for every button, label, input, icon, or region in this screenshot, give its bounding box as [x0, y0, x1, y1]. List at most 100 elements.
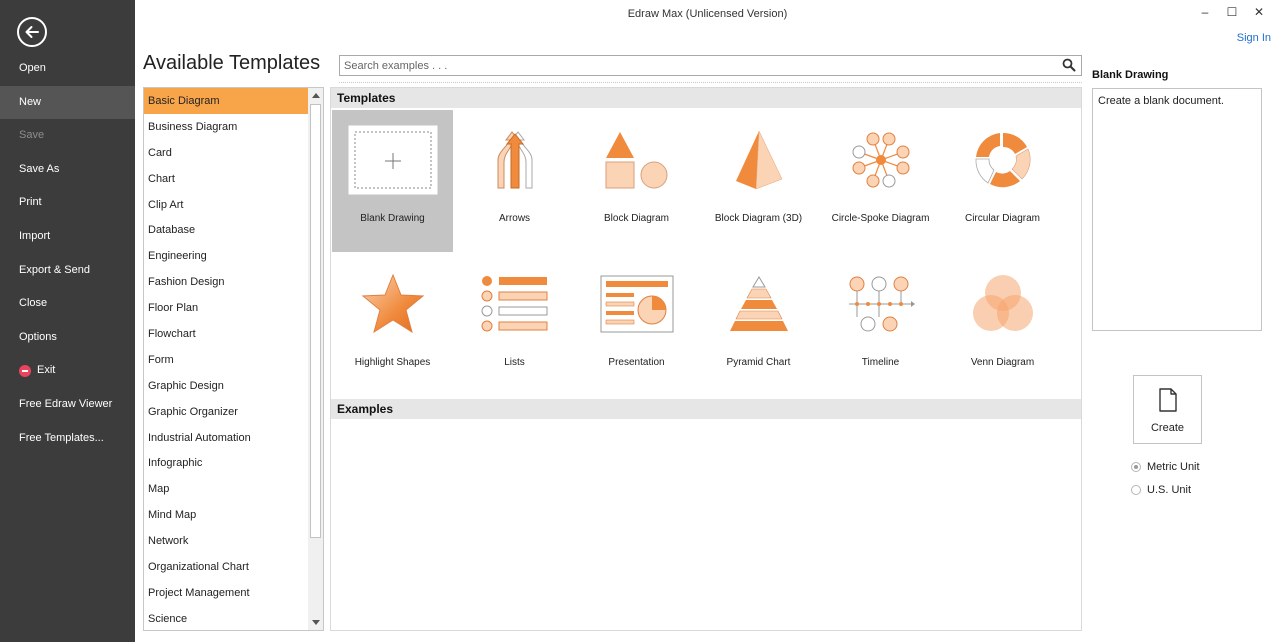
- template-label: Presentation: [608, 357, 665, 368]
- menu-label: Free Edraw Viewer: [19, 397, 113, 410]
- template-venn-diagram[interactable]: Venn Diagram: [942, 254, 1063, 396]
- category-item[interactable]: Business Diagram: [144, 114, 310, 140]
- template-pyramid-chart[interactable]: Pyramid Chart: [698, 254, 819, 396]
- search-input[interactable]: [340, 56, 1040, 75]
- backstage-menu: Open New Save Save As Print Import Expor…: [0, 52, 135, 455]
- thumb: [820, 254, 941, 354]
- category-item[interactable]: Organizational Chart: [144, 554, 310, 580]
- us-unit-radio[interactable]: [1131, 485, 1141, 495]
- template-lists[interactable]: Lists: [454, 254, 575, 396]
- maximize-button[interactable]: ☐: [1220, 2, 1244, 22]
- template-arrows[interactable]: Arrows: [454, 110, 575, 252]
- template-highlight-shapes[interactable]: Highlight Shapes: [332, 254, 453, 396]
- menu-options[interactable]: Options: [0, 321, 135, 355]
- metric-unit-radio[interactable]: [1131, 462, 1141, 472]
- menu-import[interactable]: Import: [0, 220, 135, 254]
- close-window-button[interactable]: ✕: [1247, 2, 1271, 22]
- menu-label: Options: [19, 330, 57, 343]
- menu-label: Print: [19, 196, 42, 209]
- template-block-diagram-3d[interactable]: Block Diagram (3D): [698, 110, 819, 252]
- thumb: [332, 254, 453, 354]
- scroll-thumb[interactable]: [310, 104, 321, 538]
- template-label: Block Diagram (3D): [714, 213, 803, 224]
- scroll-up-arrow-icon[interactable]: [308, 88, 323, 103]
- menu-save[interactable]: Save: [0, 119, 135, 153]
- menu-export-send[interactable]: Export & Send: [0, 254, 135, 288]
- category-item[interactable]: Floor Plan: [144, 295, 310, 321]
- category-item[interactable]: Science: [144, 606, 310, 630]
- thumb: [942, 110, 1063, 210]
- templates-panel: Templates Blank Drawing Arrows Block Dia…: [330, 87, 1082, 631]
- template-timeline[interactable]: Timeline: [820, 254, 941, 396]
- thumb: [576, 254, 697, 354]
- sign-in-link[interactable]: Sign In: [1237, 32, 1271, 44]
- list-icon: [481, 276, 547, 332]
- category-scrollbar[interactable]: [308, 88, 323, 630]
- category-item[interactable]: Database: [144, 217, 310, 243]
- template-label: Block Diagram: [603, 213, 670, 224]
- menu-label: Free Templates...: [19, 431, 104, 444]
- new-document-icon: [1159, 388, 1177, 412]
- category-item[interactable]: Industrial Automation: [144, 425, 310, 451]
- minimize-button[interactable]: –: [1193, 2, 1217, 22]
- template-block-diagram[interactable]: Block Diagram: [576, 110, 697, 252]
- search-box: [339, 55, 1082, 76]
- pyramid-chart-icon: [729, 276, 788, 331]
- pyramid-3d-icon: [735, 130, 782, 190]
- backstage-view: Open New Save Save As Print Import Expor…: [0, 0, 1280, 642]
- category-item[interactable]: Basic Diagram: [144, 88, 310, 114]
- menu-exit[interactable]: Exit: [0, 354, 135, 388]
- thumb: [454, 110, 575, 210]
- category-item[interactable]: Graphic Organizer: [144, 399, 310, 425]
- menu-open[interactable]: Open: [0, 52, 135, 86]
- presentation-icon: [600, 275, 673, 333]
- category-item[interactable]: Form: [144, 347, 310, 373]
- circular-diagram-icon: [975, 132, 1030, 188]
- template-label: Circular Diagram: [964, 213, 1040, 224]
- circle-spoke-icon: [852, 132, 909, 188]
- category-item[interactable]: Card: [144, 140, 310, 166]
- category-item[interactable]: Network: [144, 528, 310, 554]
- us-unit-option[interactable]: U.S. Unit: [1131, 482, 1191, 498]
- template-label: Pyramid Chart: [726, 357, 791, 368]
- template-label: Circle-Spoke Diagram: [831, 213, 930, 224]
- venn-diagram-icon: [972, 275, 1033, 331]
- menu-free-edraw-viewer[interactable]: Free Edraw Viewer: [0, 388, 135, 422]
- template-label: Venn Diagram: [970, 357, 1035, 368]
- category-item[interactable]: Chart: [144, 166, 310, 192]
- template-presentation[interactable]: Presentation: [576, 254, 697, 396]
- menu-label: Export & Send: [19, 263, 90, 276]
- menu-print[interactable]: Print: [0, 186, 135, 220]
- category-item[interactable]: Clip Art: [144, 192, 310, 218]
- templates-header: Templates: [331, 88, 1081, 108]
- category-item[interactable]: Flowchart: [144, 321, 310, 347]
- search-icon[interactable]: [1062, 58, 1076, 72]
- thumb: [454, 254, 575, 354]
- category-item[interactable]: Fashion Design: [144, 269, 310, 295]
- create-button[interactable]: Create: [1133, 375, 1202, 444]
- timeline-icon: [848, 276, 915, 332]
- metric-unit-label: Metric Unit: [1147, 461, 1200, 473]
- menu-new[interactable]: New: [0, 85, 135, 120]
- menu-free-templates[interactable]: Free Templates...: [0, 422, 135, 456]
- scroll-down-arrow-icon[interactable]: [308, 615, 323, 630]
- template-circle-spoke[interactable]: Circle-Spoke Diagram: [820, 110, 941, 252]
- menu-close[interactable]: Close: [0, 287, 135, 321]
- category-list: Basic Diagram Business Diagram Card Char…: [143, 87, 324, 631]
- category-item[interactable]: Graphic Design: [144, 373, 310, 399]
- page-title: Available Templates: [143, 52, 321, 74]
- menu-label: New: [19, 95, 42, 108]
- category-item[interactable]: Infographic: [144, 450, 310, 476]
- thumb: [576, 110, 697, 210]
- menu-save-as[interactable]: Save As: [0, 153, 135, 187]
- create-label: Create: [1150, 422, 1185, 434]
- template-circular-diagram[interactable]: Circular Diagram: [942, 110, 1063, 252]
- metric-unit-option[interactable]: Metric Unit: [1131, 459, 1200, 475]
- menu-label: Save: [19, 129, 45, 142]
- category-item[interactable]: Map: [144, 476, 310, 502]
- category-item[interactable]: Mind Map: [144, 502, 310, 528]
- category-item[interactable]: Project Management: [144, 580, 310, 606]
- template-blank-drawing[interactable]: Blank Drawing: [332, 110, 453, 252]
- category-item[interactable]: Engineering: [144, 243, 310, 269]
- back-button[interactable]: [17, 17, 47, 47]
